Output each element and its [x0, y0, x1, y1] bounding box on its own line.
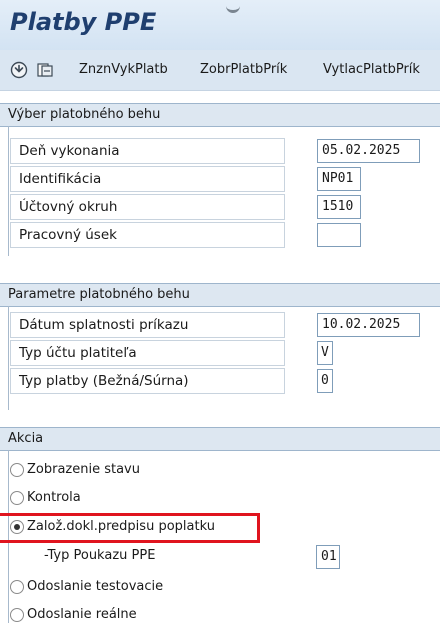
- field-label: Účtovný okruh: [10, 194, 285, 220]
- pracovny-usek-input[interactable]: [317, 223, 361, 247]
- radio-button[interactable]: [10, 491, 24, 505]
- section-header-akcia: Akcia: [0, 427, 440, 451]
- uctovny-okruh-input[interactable]: 1510: [317, 195, 361, 219]
- section-header-parametre: Parametre platobného behu: [0, 283, 440, 307]
- field-label: Typ platby (Bežná/Súrna): [10, 368, 285, 394]
- field-label: Typ účtu platiteľa: [10, 340, 285, 366]
- znzn-vyk-platb-button[interactable]: ZnznVykPlatb: [79, 62, 168, 77]
- title-decoration: [226, 0, 240, 13]
- section-title: Akcia: [8, 431, 44, 446]
- typ-poukazu-input[interactable]: 01: [316, 545, 340, 569]
- application-toolbar: ZnznVykPlatb ZobrPlatbPrík VytlacPlatbPr…: [0, 50, 440, 91]
- field-label: Dátum splatnosti príkazu: [10, 312, 285, 338]
- section-header-vyber: Výber platobného behu: [0, 103, 440, 127]
- red-highlight-box: [0, 513, 260, 543]
- page-title: Platby PPE: [10, 8, 157, 36]
- radio-button[interactable]: [10, 580, 24, 594]
- den-vykonania-input[interactable]: 05.02.2025: [317, 139, 420, 163]
- field-label: Deň vykonania: [10, 138, 285, 164]
- typ-uctu-platitela-input[interactable]: V: [317, 341, 333, 365]
- radio-label: Zobrazenie stavu: [27, 462, 140, 477]
- field-label: Pracovný úsek: [10, 222, 285, 248]
- get-variant-icon[interactable]: [36, 61, 54, 79]
- radio-label: Kontrola: [27, 490, 81, 505]
- section-title: Parametre platobného behu: [8, 287, 190, 302]
- radio-button[interactable]: [10, 608, 24, 622]
- identifikacia-input[interactable]: NP01: [317, 167, 361, 191]
- datum-splatnosti-input[interactable]: 10.02.2025: [317, 313, 420, 337]
- zobr-platb-prik-button[interactable]: ZobrPlatbPrík: [200, 62, 287, 77]
- field-label: Identifikácia: [10, 166, 285, 192]
- radio-label: Odoslanie reálne: [27, 607, 137, 622]
- section-title: Výber platobného behu: [8, 107, 161, 122]
- radio-label: Odoslanie testovacie: [27, 579, 164, 594]
- radio-button[interactable]: [10, 463, 24, 477]
- typ-platby-input[interactable]: 0: [317, 369, 333, 393]
- vytlac-platb-prik-button[interactable]: VytlacPlatbPrík: [323, 62, 420, 77]
- typ-poukazu-label: -Typ Poukazu PPE: [44, 548, 156, 563]
- execute-icon[interactable]: [10, 61, 28, 79]
- title-bar: Platby PPE: [0, 0, 440, 50]
